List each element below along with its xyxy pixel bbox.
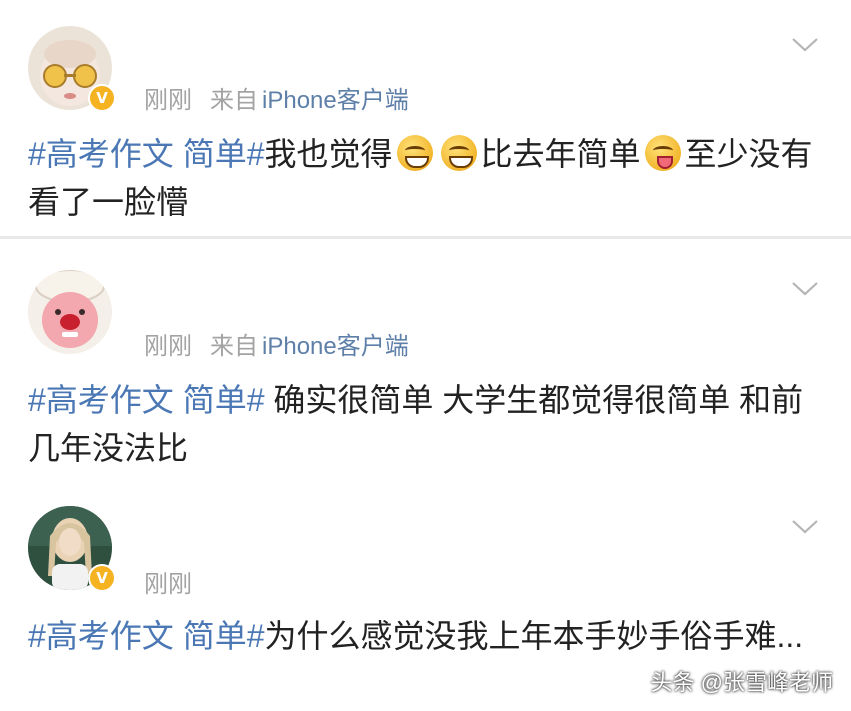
post-meta: 刚刚 来自 iPhone客户端 <box>144 80 409 115</box>
chevron-down-icon[interactable] <box>791 36 819 54</box>
source-link[interactable]: iPhone客户端 <box>262 333 409 360</box>
post-text: #高考作文 简单#我也觉得 比去年简单 至少没有看了一脸懵 <box>28 130 828 226</box>
post-meta: 刚刚 来自 iPhone客户端 <box>144 326 409 361</box>
tongue-emoji-icon <box>644 135 681 171</box>
post-text: #高考作文 简单#为什么感觉没我上年本手妙手俗手难... <box>28 612 828 660</box>
topic-link[interactable]: #高考作文 简单# <box>28 618 265 654</box>
source-link[interactable]: iPhone客户端 <box>262 87 409 114</box>
verified-badge-icon: V <box>88 564 116 592</box>
post-time: 刚刚 <box>144 571 192 598</box>
post-text-part: 我也觉得 <box>264 136 393 172</box>
avatar[interactable]: V <box>28 506 116 592</box>
post-text-part: 比去年简单 <box>480 136 641 172</box>
post-text-part: 为什么感觉没我上年本手妙手俗手难... <box>264 618 804 654</box>
weibo-post-2: 刚刚 来自 iPhone客户端 #高考作文 简单# 确实很简单 大学生都觉得很简单 … <box>0 240 851 490</box>
post-time: 刚刚 <box>144 333 192 360</box>
post-time: 刚刚 <box>144 87 192 114</box>
chevron-down-icon[interactable] <box>791 280 819 298</box>
from-label: 来自 <box>210 333 258 360</box>
grin-emoji-icon <box>396 135 433 171</box>
grin-emoji-icon <box>440 135 477 171</box>
chevron-down-icon[interactable] <box>791 518 819 536</box>
post-meta: 刚刚 <box>144 564 192 599</box>
avatar[interactable]: V <box>28 26 116 112</box>
topic-link[interactable]: #高考作文 简单# <box>28 136 265 172</box>
weibo-post-1: V 刚刚 来自 iPhone客户端 #高考作文 简单#我也觉得 比去年简单 至少没有看了… <box>0 0 851 238</box>
from-label: 来自 <box>210 87 258 114</box>
post-divider <box>0 236 851 239</box>
avatar[interactable] <box>28 270 112 354</box>
topic-link[interactable]: #高考作文 简单# <box>28 382 265 418</box>
watermark: 头条 @张雪峰老师 <box>650 670 833 695</box>
verified-badge-icon: V <box>88 84 116 112</box>
post-text: #高考作文 简单# 确实很简单 大学生都觉得很简单 和前几年没法比 <box>28 376 828 472</box>
